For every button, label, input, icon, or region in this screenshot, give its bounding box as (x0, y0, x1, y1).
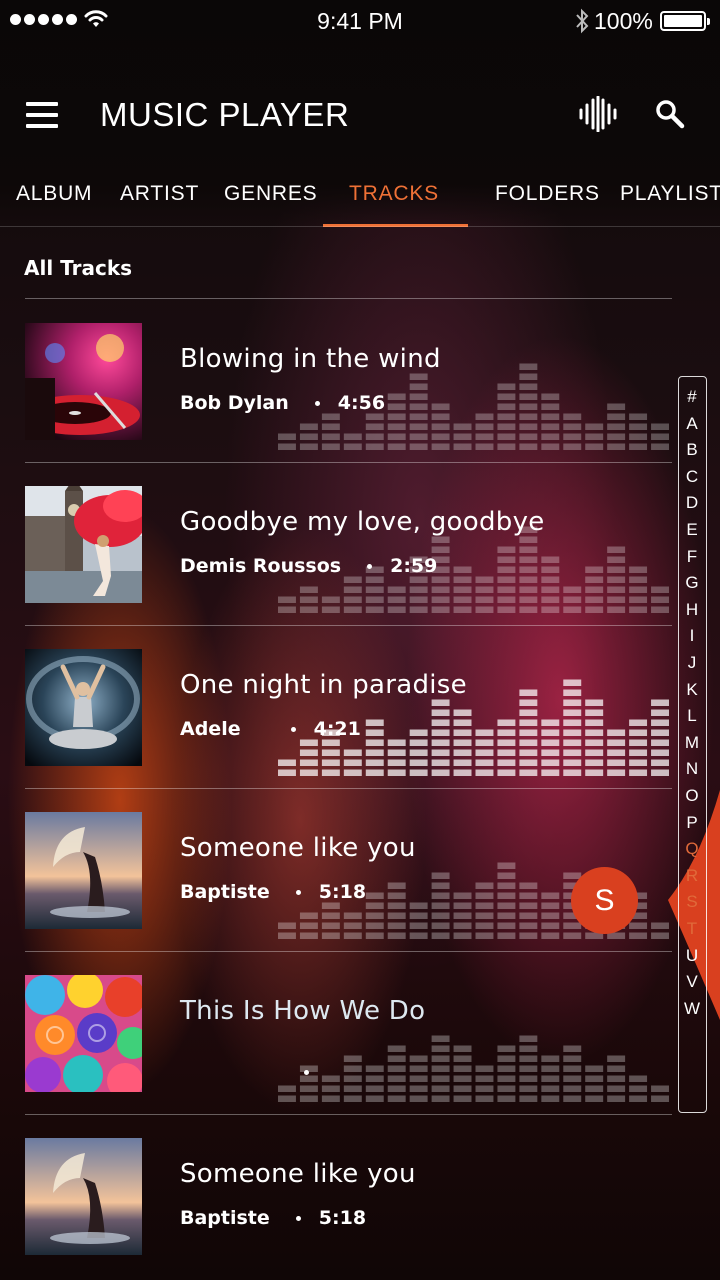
track-artist: Adele (180, 718, 241, 740)
album-art (25, 975, 142, 1092)
alphabet-index[interactable]: # A B C D E F G H I J K L M N O P Q R S T U V W (678, 376, 707, 1113)
index-letter[interactable]: Q (679, 839, 705, 859)
index-letter[interactable]: R (679, 866, 705, 886)
app-header: MUSIC PLAYER (0, 80, 720, 152)
album-art (25, 486, 142, 603)
index-letter[interactable]: V (679, 972, 705, 992)
equalizer-visual (278, 526, 669, 613)
section-divider (25, 298, 672, 299)
index-letter[interactable]: W (679, 999, 705, 1019)
index-letter[interactable]: I (679, 626, 705, 646)
equalizer-visual (278, 363, 669, 450)
index-letter[interactable]: F (679, 547, 705, 567)
menu-icon[interactable] (26, 102, 58, 128)
equalizer-icon[interactable] (578, 96, 618, 132)
tab-playlist[interactable]: PLAYLIST (620, 182, 720, 206)
tab-tracks[interactable]: TRACKS (349, 182, 439, 206)
track-row[interactable]: Goodbye my love, goodbye Demis Roussos 2… (25, 463, 672, 626)
tab-album[interactable]: ALBUM (16, 182, 92, 206)
index-letter[interactable]: J (679, 653, 705, 673)
tab-divider (0, 226, 720, 227)
index-letter[interactable]: M (679, 733, 705, 753)
track-row[interactable]: One night in paradise Adele 4:21 (25, 626, 672, 789)
index-letter[interactable]: C (679, 467, 705, 487)
equalizer-visual (278, 679, 669, 776)
track-artist: Baptiste (180, 881, 270, 903)
index-letter[interactable]: # (679, 387, 705, 407)
current-letter-bubble: S (571, 867, 638, 934)
index-letter[interactable]: U (679, 946, 705, 966)
index-letter[interactable]: L (679, 706, 705, 726)
index-letter[interactable]: D (679, 493, 705, 513)
index-letter[interactable]: P (679, 813, 705, 833)
index-letter[interactable]: H (679, 600, 705, 620)
track-meta: Baptiste 5:18 (180, 1207, 366, 1229)
album-art (25, 812, 142, 929)
album-art (25, 649, 142, 766)
track-row[interactable]: Someone like you Baptiste 5:18 (25, 1115, 672, 1278)
index-letter[interactable]: O (679, 786, 705, 806)
index-letter[interactable]: G (679, 573, 705, 593)
tab-genres[interactable]: GENRES (224, 182, 318, 206)
track-row[interactable]: Blowing in the wind Bob Dylan 4:56 (25, 300, 672, 463)
battery-percent: 100% (594, 8, 653, 34)
equalizer-visual (278, 1035, 669, 1102)
track-artist: Bob Dylan (180, 392, 289, 414)
index-letter[interactable]: S (679, 892, 705, 912)
track-duration: 5:18 (318, 1207, 367, 1229)
album-art (25, 1138, 142, 1255)
separator-dot (295, 1215, 301, 1221)
index-letter[interactable]: B (679, 440, 705, 460)
tab-artist[interactable]: ARTIST (120, 182, 199, 206)
tab-bar: ALBUM ARTIST GENRES TRACKS FOLDERS PLAYL… (0, 178, 720, 228)
index-letter[interactable]: N (679, 759, 705, 779)
track-row[interactable]: This Is How We Do (25, 952, 672, 1115)
search-icon[interactable] (654, 98, 686, 130)
battery-icon (660, 11, 710, 31)
index-letter[interactable]: T (679, 919, 705, 939)
bluetooth-icon (576, 8, 589, 34)
tab-folders[interactable]: FOLDERS (495, 182, 600, 206)
index-letter[interactable]: E (679, 520, 705, 540)
track-row[interactable]: Someone like you Baptiste 5:18 (25, 789, 672, 952)
index-letter[interactable]: A (679, 414, 705, 434)
track-artist: Baptiste (180, 1207, 270, 1229)
index-letter[interactable]: K (679, 680, 705, 700)
status-bar: 9:41 PM 100% (0, 0, 720, 44)
app-title: MUSIC PLAYER (100, 96, 350, 133)
section-title: All Tracks (24, 256, 133, 280)
album-art (25, 323, 142, 440)
track-title: Someone like you (180, 1159, 416, 1189)
